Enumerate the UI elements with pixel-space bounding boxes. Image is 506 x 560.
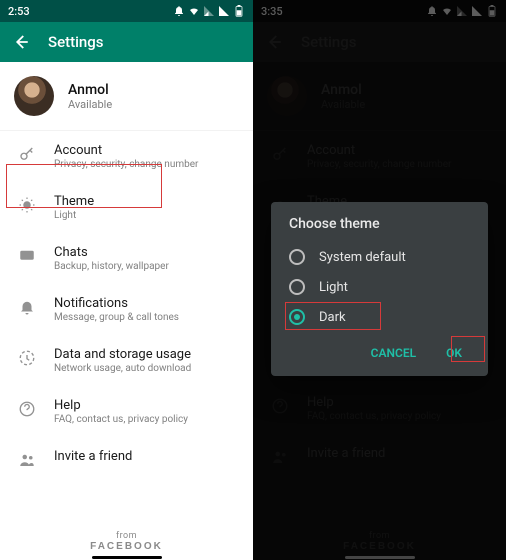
- theme-icon: [18, 196, 36, 214]
- bell-off-icon: [173, 5, 185, 17]
- theme-dialog: Choose theme System default Light Dark C…: [271, 202, 488, 376]
- wifi-icon: [188, 5, 200, 17]
- dialog-title: Choose theme: [289, 216, 470, 232]
- settings-item-account[interactable]: Account Privacy, security, change number: [0, 131, 253, 182]
- nav-bar: [253, 556, 506, 560]
- profile-name: Anmol: [68, 82, 112, 98]
- footer: from FACEBOOK: [0, 531, 253, 552]
- theme-option-light[interactable]: Light: [289, 272, 470, 302]
- profile-row[interactable]: Anmol Available: [0, 62, 253, 131]
- settings-screen-dark: 3:35 Settings Anmol Available Account: [253, 0, 506, 560]
- people-icon: [18, 451, 36, 469]
- ok-button[interactable]: OK: [438, 340, 470, 366]
- settings-item-invite[interactable]: Invite a friend: [0, 437, 253, 481]
- signal-icon: [203, 5, 215, 17]
- settings-item-theme[interactable]: Theme Light: [0, 182, 253, 233]
- settings-item-help[interactable]: Help FAQ, contact us, privacy policy: [0, 386, 253, 437]
- data-icon: [18, 349, 36, 367]
- status-time: 2:53: [8, 5, 30, 18]
- app-bar: Settings: [0, 22, 253, 62]
- cancel-button[interactable]: CANCEL: [363, 340, 424, 366]
- settings-item-chats[interactable]: Chats Backup, history, wallpaper: [0, 233, 253, 284]
- settings-screen-light: 2:53 Settings Anmol Available Account Pr…: [0, 0, 253, 560]
- theme-option-dark[interactable]: Dark: [289, 302, 470, 332]
- theme-option-system[interactable]: System default: [289, 242, 470, 272]
- chat-icon: [18, 247, 36, 265]
- settings-item-data[interactable]: Data and storage usage Network usage, au…: [0, 335, 253, 386]
- nav-bar: [0, 556, 253, 560]
- settings-item-notifications[interactable]: Notifications Message, group & call tone…: [0, 284, 253, 335]
- signal-icon-2: [218, 5, 230, 17]
- battery-icon: [233, 5, 245, 17]
- help-icon: [18, 400, 36, 418]
- profile-status: Available: [68, 98, 112, 111]
- radio-icon: [289, 249, 305, 265]
- bell-icon: [18, 298, 36, 316]
- back-icon[interactable]: [12, 33, 30, 51]
- avatar: [14, 76, 54, 116]
- radio-icon: [289, 279, 305, 295]
- status-bar: 2:53: [0, 0, 253, 22]
- page-title: Settings: [48, 33, 104, 51]
- radio-icon-selected: [289, 309, 305, 325]
- key-icon: [18, 145, 36, 163]
- status-icons: [173, 5, 245, 17]
